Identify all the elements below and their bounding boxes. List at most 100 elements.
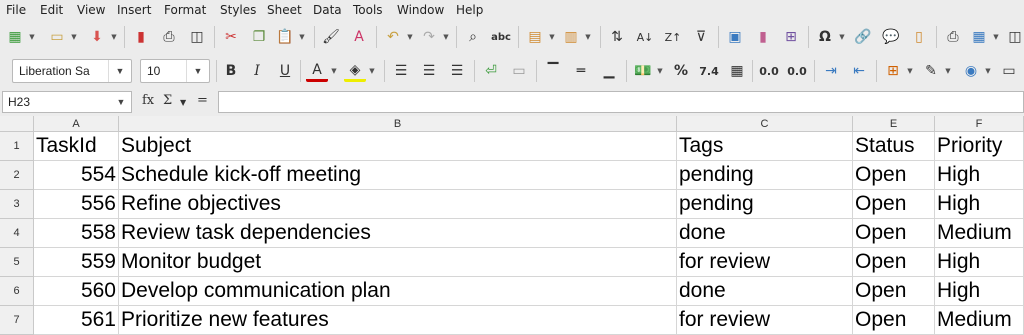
cell-taskid[interactable]: 561: [34, 306, 119, 335]
cell-subject[interactable]: Monitor budget: [119, 248, 677, 277]
number-format-icon[interactable]: 7.4: [698, 60, 720, 82]
sort-descending-icon[interactable]: Z↑: [662, 26, 684, 48]
function-wizard-icon[interactable]: fx: [142, 93, 154, 108]
cell-tags[interactable]: done: [677, 277, 853, 306]
date-format-icon[interactable]: ▦: [726, 60, 748, 82]
font-name-combo[interactable]: Liberation Sa ▼: [12, 59, 132, 83]
cell-taskid[interactable]: 558: [34, 219, 119, 248]
cell-priority[interactable]: Medium: [935, 306, 1024, 335]
wrap-text-icon[interactable]: ⏎: [480, 60, 502, 82]
autofilter-icon[interactable]: ⊽: [690, 26, 712, 48]
special-character-dropdown-icon[interactable]: ▼: [838, 26, 846, 48]
cut-icon[interactable]: ✂: [220, 26, 242, 48]
align-center-icon[interactable]: ☰: [418, 60, 440, 82]
sort-icon[interactable]: ⇅: [606, 26, 628, 48]
redo-dropdown-icon[interactable]: ▼: [442, 26, 450, 48]
split-window-icon[interactable]: ◫: [1004, 26, 1024, 48]
cell-status[interactable]: Open: [853, 306, 935, 335]
cell-status[interactable]: Open: [853, 219, 935, 248]
column-header-f[interactable]: F: [935, 116, 1024, 132]
currency-dropdown-icon[interactable]: ▼: [656, 60, 664, 82]
open-dropdown-icon[interactable]: ▼: [70, 26, 78, 48]
add-decimal-icon[interactable]: 0.0: [758, 60, 780, 82]
insert-chart-icon[interactable]: ▮: [752, 26, 774, 48]
cell-status[interactable]: Open: [853, 277, 935, 306]
menu-window[interactable]: Window: [397, 3, 444, 17]
conditional-format-icon[interactable]: ◉: [960, 60, 982, 82]
menu-file[interactable]: File: [6, 3, 26, 17]
font-color-dropdown-icon[interactable]: ▼: [330, 60, 338, 82]
column-icon[interactable]: ▥: [560, 26, 582, 48]
underline-icon[interactable]: U: [274, 60, 296, 82]
row-header[interactable]: 5: [0, 248, 34, 277]
row-header[interactable]: 2: [0, 161, 34, 190]
new-spreadsheet-icon[interactable]: ▦: [4, 26, 26, 48]
paste-icon[interactable]: 📋: [274, 26, 296, 48]
menu-format[interactable]: Format: [164, 3, 206, 17]
cell-priority[interactable]: High: [935, 277, 1024, 306]
menu-tools[interactable]: Tools: [353, 3, 383, 17]
column-header-b[interactable]: B: [119, 116, 677, 132]
cell-subject[interactable]: Refine objectives: [119, 190, 677, 219]
italic-icon[interactable]: I: [246, 60, 268, 82]
borders-dropdown-icon[interactable]: ▼: [906, 60, 914, 82]
special-character-icon[interactable]: Ω: [814, 26, 836, 48]
hyperlink-icon[interactable]: 🔗: [852, 26, 874, 48]
increase-indent-icon[interactable]: ⇥: [820, 60, 842, 82]
cell-priority[interactable]: High: [935, 190, 1024, 219]
bold-icon[interactable]: B: [220, 60, 242, 82]
sort-ascending-icon[interactable]: A↓: [634, 26, 656, 48]
export-pdf-icon[interactable]: ▮: [130, 26, 152, 48]
cell-status[interactable]: Open: [853, 161, 935, 190]
open-folder-icon[interactable]: ▭: [46, 26, 68, 48]
menu-view[interactable]: View: [77, 3, 105, 17]
cell-status[interactable]: Status: [853, 132, 935, 161]
row-header[interactable]: 1: [0, 132, 34, 161]
headers-footers-icon[interactable]: ▯: [908, 26, 930, 48]
align-right-icon[interactable]: ☰: [446, 60, 468, 82]
cell-tags[interactable]: pending: [677, 161, 853, 190]
row-dropdown-icon[interactable]: ▼: [548, 26, 556, 48]
column-header-a[interactable]: A: [34, 116, 119, 132]
cell-taskid[interactable]: 559: [34, 248, 119, 277]
cell-priority[interactable]: Priority: [935, 132, 1024, 161]
cell-subject[interactable]: Subject: [119, 132, 677, 161]
cell-status[interactable]: Open: [853, 190, 935, 219]
menu-help[interactable]: Help: [456, 3, 483, 17]
row-header[interactable]: 6: [0, 277, 34, 306]
cell-tags[interactable]: for review: [677, 248, 853, 277]
save-dropdown-icon[interactable]: ▼: [110, 26, 118, 48]
cell-status[interactable]: Open: [853, 248, 935, 277]
menu-styles[interactable]: Styles: [220, 3, 256, 17]
merge-center-icon[interactable]: ▭: [508, 60, 530, 82]
cell-priority[interactable]: High: [935, 248, 1024, 277]
formula-icon[interactable]: =: [197, 93, 208, 108]
delete-decimal-icon[interactable]: 0.0: [786, 60, 808, 82]
insert-image-icon[interactable]: ▣: [724, 26, 746, 48]
redo-icon[interactable]: ↷: [418, 26, 440, 48]
cell-subject[interactable]: Review task dependencies: [119, 219, 677, 248]
cell-priority[interactable]: High: [935, 161, 1024, 190]
row-header[interactable]: 7: [0, 306, 34, 335]
save-icon[interactable]: ⬇: [86, 26, 108, 48]
border-style-dropdown-icon[interactable]: ▼: [944, 60, 952, 82]
sum-dropdown-icon[interactable]: ▼: [180, 98, 186, 107]
cell-tags[interactable]: Tags: [677, 132, 853, 161]
cell-tags[interactable]: for review: [677, 306, 853, 335]
freeze-rows-columns-icon[interactable]: ▦: [968, 26, 990, 48]
clone-formatting-icon[interactable]: 🖌: [320, 26, 342, 48]
print-preview-icon[interactable]: ◫: [186, 26, 208, 48]
new-dropdown-icon[interactable]: ▼: [28, 26, 36, 48]
chevron-down-icon[interactable]: ▼: [108, 60, 131, 82]
highlight-dropdown-icon[interactable]: ▼: [368, 60, 376, 82]
cell-subject[interactable]: Prioritize new features: [119, 306, 677, 335]
select-all-corner[interactable]: [0, 116, 34, 132]
cell-priority[interactable]: Medium: [935, 219, 1024, 248]
cell-subject[interactable]: Develop communication plan: [119, 277, 677, 306]
row-header[interactable]: 4: [0, 219, 34, 248]
define-print-area-icon[interactable]: ⎙: [942, 26, 964, 48]
paste-dropdown-icon[interactable]: ▼: [298, 26, 306, 48]
highlight-color-icon[interactable]: ◈: [344, 60, 366, 82]
align-left-icon[interactable]: ☰: [390, 60, 412, 82]
menu-insert[interactable]: Insert: [117, 3, 151, 17]
